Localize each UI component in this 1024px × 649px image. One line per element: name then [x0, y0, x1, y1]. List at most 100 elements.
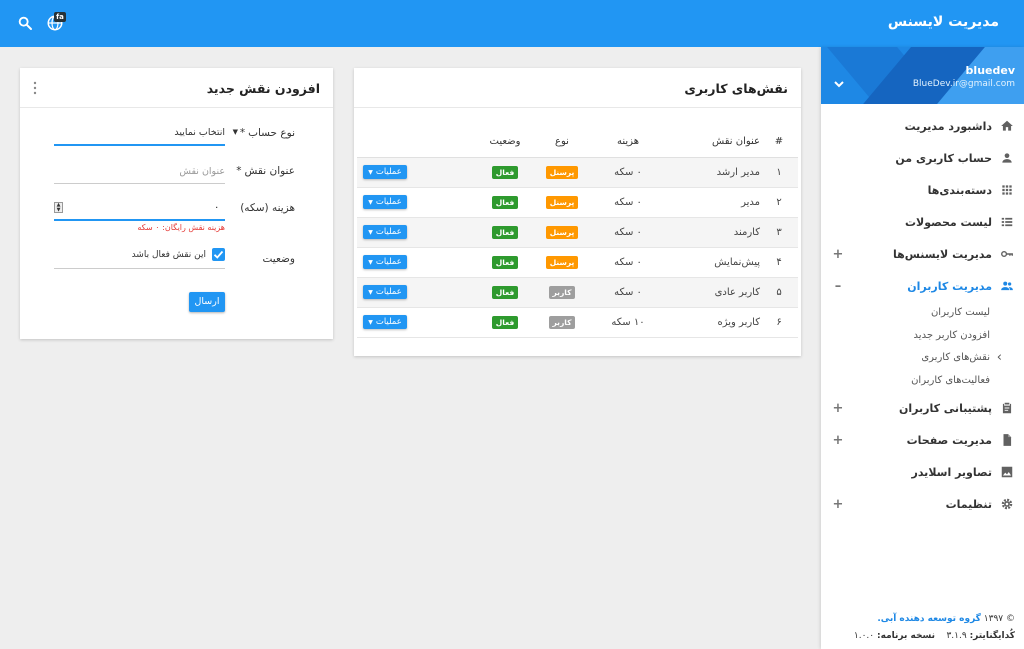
expand-icon[interactable]: + [832, 433, 844, 448]
collapse-icon[interactable]: – [832, 279, 844, 294]
operations-button[interactable]: عملیات ▼ [363, 195, 407, 209]
type-badge: پرسنل [545, 255, 579, 269]
sidebar-item-my-account[interactable]: حساب کاربری من [821, 142, 1024, 174]
type-badge: پرسنل [545, 165, 579, 179]
clipboard-icon [1002, 402, 1012, 414]
gear-icon [1001, 498, 1013, 510]
sidebar-item-users[interactable]: مدیریت کاربران – [821, 270, 1024, 302]
row-number: ۱ [764, 157, 798, 188]
sidebar-item-label: داشبورد مدیریت [904, 119, 992, 133]
sidebar-item-categories[interactable]: دسته‌بندی‌ها [821, 174, 1024, 206]
company-link[interactable]: گروه توسعه دهنده آبی. [877, 614, 981, 624]
operations-label: عملیات [375, 167, 402, 177]
sidebar-item-label: پشتیبانی کاربران [898, 401, 992, 415]
cost-hint: هزینه نقش رایگان: ۰ سکه [137, 223, 225, 232]
caret-down-icon: ▼ [368, 288, 373, 296]
operations-button[interactable]: عملیات ▼ [363, 165, 407, 179]
cost-input[interactable]: ▲ ▼ ۰ [54, 199, 225, 221]
row-cost: ۰ سکه [588, 187, 668, 218]
user-email: BlueDev.ir@gmail.com [912, 79, 1015, 89]
type-badge: کاربر [548, 315, 576, 329]
sidebar-item-label: مدیریت کاربران [907, 279, 992, 293]
app-version-label: نسخه برنامه: [877, 631, 935, 641]
operations-button[interactable]: عملیات ▼ [363, 255, 407, 269]
sidebar-subitem-user-activities[interactable]: فعالیت‌های کاربران [821, 370, 1024, 393]
sidebar-item-licenses[interactable]: مدیریت لایسنس‌ها + [821, 238, 1024, 270]
sidebar-item-pages[interactable]: مدیریت صفحات + [821, 424, 1024, 456]
caret-down-icon: ▼ [368, 198, 373, 206]
search-icon[interactable] [17, 15, 33, 31]
copyright-text: © ۱۳۹۷ [983, 614, 1015, 624]
row-cost: ۰ سکه [588, 157, 668, 188]
type-badge: پرسنل [545, 195, 579, 209]
row-title: مدیر [668, 187, 764, 218]
operations-button[interactable]: عملیات ▼ [363, 285, 407, 299]
row-cost: ۰ سکه [588, 217, 668, 248]
sidebar-item-products[interactable]: لیست محصولات [821, 206, 1024, 238]
role-title-input[interactable]: عنوان نقش [54, 160, 225, 184]
row-title: کاربر ویژه [668, 307, 764, 338]
image-icon [1001, 466, 1013, 478]
more-vertical-icon[interactable] [32, 81, 38, 95]
row-cost: ۰ سکه [588, 277, 668, 308]
sidebar-item-settings[interactable]: تنظیمات + [821, 488, 1024, 520]
account-type-select[interactable]: ▼ انتخاب نمایید [54, 122, 238, 146]
status-badge: فعال [491, 285, 519, 299]
operations-label: عملیات [375, 287, 402, 297]
table-row: ۲ مدیر ۰ سکه پرسنل فعال عملیات ▼ [357, 187, 798, 218]
codeigniter-version: ۳.۱.۹ [946, 631, 967, 641]
app-title[interactable]: مدیریت لایسنس [888, 14, 999, 30]
expand-icon[interactable]: + [832, 497, 844, 512]
expand-icon[interactable]: + [832, 401, 844, 416]
active-checkbox[interactable] [212, 248, 225, 261]
required-mark: * [239, 127, 246, 139]
sidebar-item-support[interactable]: پشتیبانی کاربران + [821, 392, 1024, 424]
sidebar-nav: داشبورد مدیریت حساب کاربری من دسته‌بندی‌… [821, 110, 1024, 520]
sidebar-item-slider-images[interactable]: تصاویر اسلایدر [821, 456, 1024, 488]
chevron-down-icon[interactable] [834, 79, 844, 89]
sidebar-item-dashboard[interactable]: داشبورد مدیریت [821, 110, 1024, 142]
row-number: ۶ [764, 307, 798, 338]
expand-icon[interactable]: + [832, 247, 844, 262]
account-type-value: انتخاب نمایید [174, 127, 225, 138]
row-cost: ۰ سکه [588, 247, 668, 278]
roles-card-title: نقش‌های کاربری [684, 81, 788, 96]
codeigniter-label: کُدایگنایتر: [969, 631, 1015, 641]
column-header-title: عنوان نقش [668, 127, 764, 158]
list-icon [1001, 217, 1013, 227]
sidebar-item-label: مدیریت صفحات [906, 433, 992, 447]
active-checkbox-label[interactable]: این نقش فعال باشد [132, 250, 206, 260]
sidebar-item-label: لیست محصولات [904, 215, 992, 229]
role-title-placeholder: عنوان نقش [179, 166, 225, 177]
number-spinner[interactable]: ▲ ▼ [54, 202, 63, 213]
person-icon [1002, 153, 1012, 163]
table-row: ۱ مدیر ارشد ۰ سکه پرسنل فعال عملیات ▼ [357, 157, 798, 188]
table-header-row: # عنوان نقش هزینه نوع وضعیت [357, 127, 798, 158]
table-row: ۶ کاربر ویژه ۱۰ سکه کاربر فعال عملیات ▼ [357, 307, 798, 338]
table-row: ۴ پیش‌نمایش ۰ سکه پرسنل فعال عملیات ▼ [357, 247, 798, 278]
language-badge[interactable]: fa [54, 12, 66, 22]
status-badge: فعال [491, 195, 519, 209]
sidebar-subitem-add-user[interactable]: افزودن کاربر جدید [821, 325, 1024, 348]
cost-label: هزینه (سکه) [240, 202, 295, 214]
row-number: ۴ [764, 247, 798, 278]
column-header-number: # [764, 127, 798, 158]
status-badge: فعال [491, 255, 519, 269]
sidebar-user-header: bluedev BlueDev.ir@gmail.com [821, 47, 1024, 104]
column-header-cost: هزینه [588, 127, 668, 158]
operations-label: عملیات [375, 227, 402, 237]
submit-button[interactable]: ارسال [189, 292, 225, 312]
operations-label: عملیات [375, 317, 402, 327]
account-type-label: نوع حساب* [239, 127, 295, 139]
sidebar-subitem-user-roles[interactable]: نقش‌های کاربری [821, 347, 1024, 370]
status-badge: فعال [491, 225, 519, 239]
copyright-line: © ۱۳۹۷ گروه توسعه دهنده آبی. [825, 611, 1015, 628]
row-title: کارمند [668, 217, 764, 248]
role-title-label: عنوان نقش* [236, 165, 295, 177]
roles-card: نقش‌های کاربری # عنوان نقش هزینه نوع وضع… [354, 68, 801, 356]
operations-button[interactable]: عملیات ▼ [363, 315, 407, 329]
sidebar-subitem-users-list[interactable]: لیست کاربران [821, 302, 1024, 325]
row-number: ۲ [764, 187, 798, 218]
column-header-ops [357, 127, 474, 158]
operations-button[interactable]: عملیات ▼ [363, 225, 407, 239]
